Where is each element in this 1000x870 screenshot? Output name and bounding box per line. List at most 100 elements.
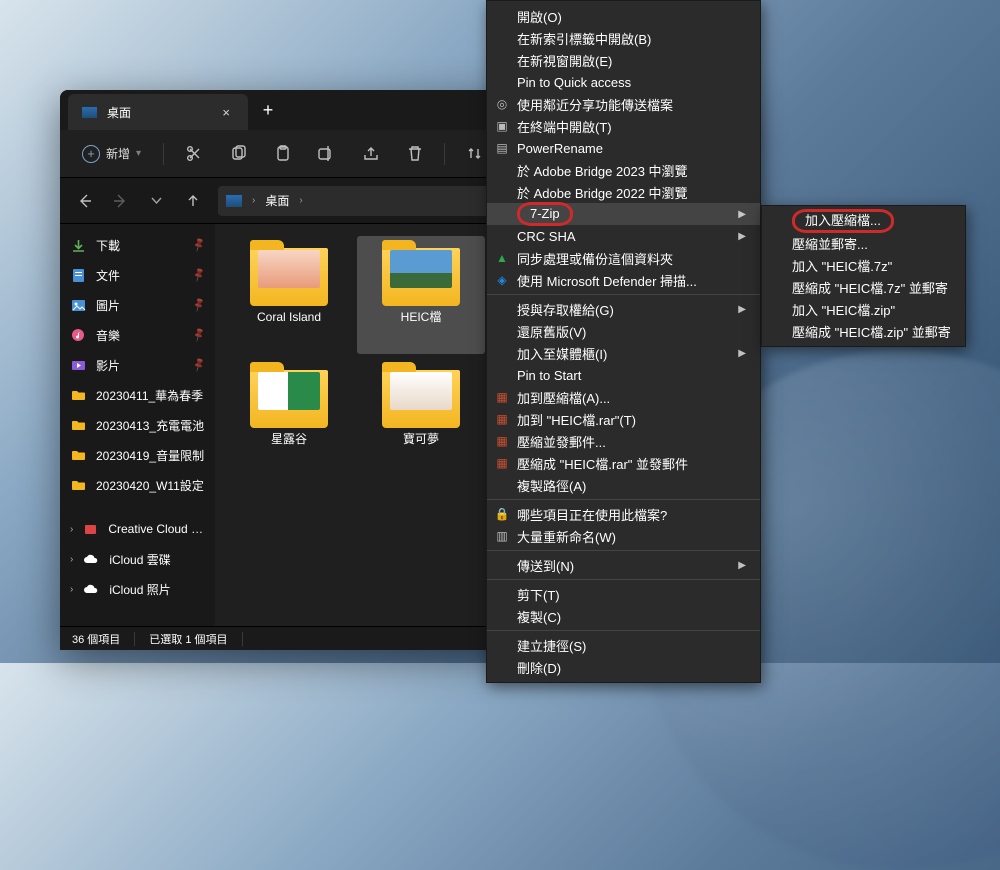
menu-item[interactable]: 剪下(T) [487, 583, 760, 605]
sidebar-item[interactable]: 20230411_華為春季 [60, 380, 215, 410]
menu-item[interactable]: ▣ 在終端中開啟(T) [487, 115, 760, 137]
menu-item[interactable]: 開啟(O) [487, 5, 760, 27]
sidebar-item[interactable]: 20230419_音量限制 [60, 440, 215, 470]
back-button[interactable] [68, 185, 100, 217]
forward-button[interactable] [104, 185, 136, 217]
menu-item[interactable]: 還原舊版(V) [487, 320, 760, 342]
menu-item[interactable]: ▥ 大量重新命名(W) [487, 525, 760, 547]
icloudp-icon [83, 581, 99, 597]
menu-item-label: 於 Adobe Bridge 2022 中瀏覽 [517, 183, 688, 202]
menu-item-label: 刪除(D) [517, 658, 561, 677]
recent-button[interactable] [140, 185, 172, 217]
sidebar-item[interactable]: 下載 📌 [60, 230, 215, 260]
menu-item-label: 加入 "HEIC檔.7z" [792, 256, 892, 275]
menu-item-label: 加到壓縮檔(A)... [517, 388, 610, 407]
folder-item[interactable]: 寶可夢 [357, 358, 485, 476]
sidebar-group[interactable]: › iCloud 照片 [60, 574, 215, 604]
menu-item[interactable]: 壓縮成 "HEIC檔.7z" 並郵寄 [762, 276, 965, 298]
menu-item[interactable]: 傳送到(N) ▶ [487, 554, 760, 576]
delete-button[interactable] [394, 136, 434, 172]
menu-item[interactable]: 於 Adobe Bridge 2022 中瀏覽 [487, 181, 760, 203]
menu-item[interactable]: ▦ 加到壓縮檔(A)... [487, 386, 760, 408]
menu-item[interactable]: ◎ 使用鄰近分享功能傳送檔案 [487, 93, 760, 115]
menu-item[interactable]: ▦ 加到 "HEIC檔.rar"(T) [487, 408, 760, 430]
paste-button[interactable] [262, 136, 302, 172]
context-submenu-7zip[interactable]: 加入壓縮檔... 壓縮並郵寄... 加入 "HEIC檔.7z" 壓縮成 "HEI… [761, 205, 966, 347]
sidebar-item-label: 下載 [96, 237, 120, 254]
window-tab[interactable]: 桌面 × [68, 94, 248, 130]
menu-item[interactable]: 7-Zip ▶ [487, 203, 760, 225]
sidebar-item[interactable]: 文件 📌 [60, 260, 215, 290]
menu-item[interactable]: 壓縮成 "HEIC檔.zip" 並郵寄 [762, 320, 965, 342]
folder-item[interactable]: HEIC檔 [357, 236, 485, 354]
menu-item[interactable]: 在新視窗開啟(E) [487, 49, 760, 71]
menu-item[interactable]: ▦ 壓縮成 "HEIC檔.rar" 並發郵件 [487, 452, 760, 474]
pin-icon: 📌 [191, 327, 207, 343]
sidebar-item[interactable]: 圖片 📌 [60, 290, 215, 320]
share-button[interactable] [350, 136, 390, 172]
menu-item[interactable]: 加入壓縮檔... [762, 210, 965, 232]
copy-button[interactable] [218, 136, 258, 172]
menu-item[interactable]: ▦ 壓縮並發郵件... [487, 430, 760, 452]
breadcrumb[interactable]: 桌面 [265, 192, 289, 209]
paste-icon [274, 145, 291, 162]
sidebar-item[interactable]: 影片 📌 [60, 350, 215, 380]
menu-item[interactable]: CRC SHA ▶ [487, 225, 760, 247]
rename-button[interactable] [306, 136, 346, 172]
folder-label: 寶可夢 [403, 432, 439, 447]
menu-item[interactable]: 加入至媒體櫃(I) ▶ [487, 342, 760, 364]
video-icon [70, 357, 86, 373]
menu-item[interactable]: Pin to Quick access [487, 71, 760, 93]
menu-item[interactable]: 加入 "HEIC檔.7z" [762, 254, 965, 276]
folder-icon [70, 417, 86, 433]
menu-item[interactable]: 刪除(D) [487, 656, 760, 678]
menu-item[interactable]: ◈ 使用 Microsoft Defender 掃描... [487, 269, 760, 291]
up-button[interactable] [176, 185, 208, 217]
new-button[interactable]: + 新增 ▾ [70, 136, 153, 172]
folder-item[interactable]: 星露谷 [225, 358, 353, 476]
menu-item[interactable]: 建立捷徑(S) [487, 634, 760, 656]
chevron-right-icon: › [70, 554, 73, 565]
arrow-right-icon [113, 193, 128, 208]
sidebar-item-label: iCloud 雲碟 [109, 551, 170, 568]
menu-item[interactable]: 在新索引標籤中開啟(B) [487, 27, 760, 49]
folder-icon [382, 248, 460, 306]
trash-icon [406, 145, 423, 162]
sidebar-item[interactable]: 20230420_W11設定 [60, 470, 215, 500]
pin-icon: 📌 [191, 267, 207, 283]
menu-item[interactable]: 於 Adobe Bridge 2023 中瀏覽 [487, 159, 760, 181]
menu-item[interactable]: 複製路徑(A) [487, 474, 760, 496]
menu-item[interactable]: Pin to Start [487, 364, 760, 386]
sort-icon [467, 146, 482, 161]
menu-item[interactable]: ▤ PowerRename [487, 137, 760, 159]
context-menu[interactable]: 開啟(O) 在新索引標籤中開啟(B) 在新視窗開啟(E) Pin to Quic… [486, 0, 761, 683]
menu-item[interactable]: 複製(C) [487, 605, 760, 627]
cut-button[interactable] [174, 136, 214, 172]
chevron-down-icon [150, 194, 163, 207]
sidebar-group[interactable]: › iCloud 雲碟 [60, 544, 215, 574]
doc-icon [70, 267, 86, 283]
menu-item-label: 大量重新命名(W) [517, 527, 616, 546]
menu-item[interactable]: 🔒 哪些項目正在使用此檔案? [487, 503, 760, 525]
sidebar-group[interactable]: › Creative Cloud Files [60, 514, 215, 544]
menu-item-label: 壓縮並發郵件... [517, 432, 606, 451]
sidebar-item[interactable]: 音樂 📌 [60, 320, 215, 350]
close-tab-button[interactable]: × [218, 105, 234, 120]
sidebar-item[interactable]: 20230413_充電電池 [60, 410, 215, 440]
share-icon [362, 145, 379, 162]
menu-item[interactable]: 授與存取權給(G) ▶ [487, 298, 760, 320]
sidebar-item-label: 文件 [96, 267, 120, 284]
download-icon [70, 237, 86, 253]
folder-icon [382, 370, 460, 428]
menu-item[interactable]: ▲ 同步處理或備份這個資料夾 [487, 247, 760, 269]
music-icon [70, 327, 86, 343]
folder-icon [250, 370, 328, 428]
sidebar-item-label: 音樂 [96, 327, 120, 344]
new-tab-button[interactable]: + [248, 90, 288, 130]
folder-item[interactable]: Coral Island [225, 236, 353, 354]
menu-item[interactable]: 壓縮並郵寄... [762, 232, 965, 254]
menu-item[interactable]: 加入 "HEIC檔.zip" [762, 298, 965, 320]
menu-item-label: 加入 "HEIC檔.zip" [792, 300, 895, 319]
menu-item-label: 加到 "HEIC檔.rar"(T) [517, 410, 636, 429]
pin-icon: 📌 [191, 237, 207, 253]
